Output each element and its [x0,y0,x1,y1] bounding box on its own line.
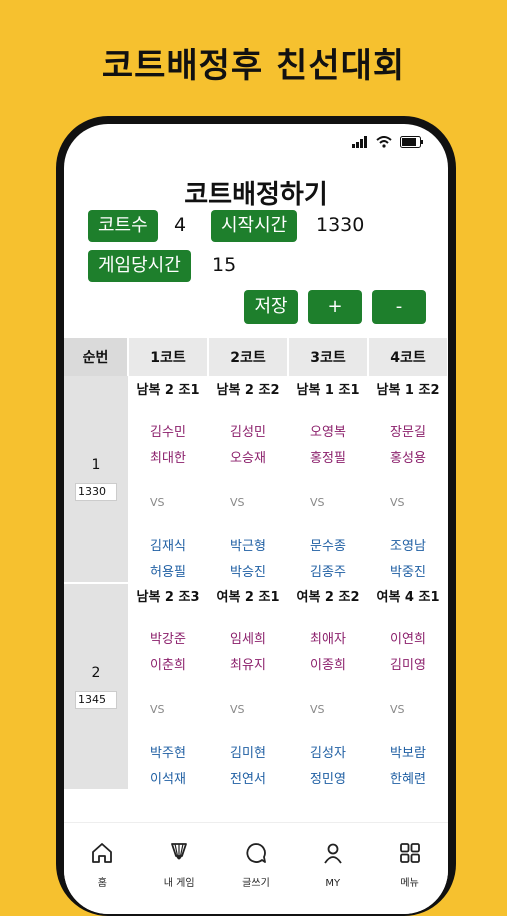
header-order: 순번 [64,338,129,376]
grid-menu-icon [399,843,420,863]
nav-home-label: 홈 [97,878,107,889]
header-court-2: 2코트 [208,338,289,376]
player-name[interactable]: 김성자 [288,741,368,767]
header-court-4: 4코트 [368,338,448,376]
court-cell[interactable]: 남복 1 조2 장문길 홍성용 VS 조영남 박중진 [368,376,448,583]
vs-label: VS [150,496,165,509]
player-name[interactable]: 문수종 [288,534,368,560]
chat-bubble-icon [246,843,266,863]
player-name[interactable]: 홍정필 [288,446,368,472]
nav-my-games-label: 내 게임 [163,878,195,889]
court-cell[interactable]: 남복 1 조1 오영복 홍정필 VS 문수종 김종주 [288,376,368,583]
per-game-time-label: 게임당시간 [88,250,191,282]
bottom-nav: 홈 내 게임 글쓰기 MY 메뉴 [64,822,448,914]
header-court-1: 1코트 [128,338,209,376]
vs-label: VS [310,496,325,509]
shuttlecock-icon [171,843,188,860]
table-row: 2 1345 남복 2 조3 박강준 이춘희 VS 박주현 이석재 여복 2 조… [64,583,448,791]
player-name[interactable]: 최애자 [288,627,368,653]
round-time-field[interactable]: 1345 [75,690,117,709]
player-name[interactable]: 박근형 [208,534,288,560]
header-court-3: 3코트 [288,338,369,376]
nav-menu[interactable]: 메뉴 [375,841,445,890]
person-icon [324,843,342,864]
save-button[interactable]: 저장 [244,290,298,324]
nav-write[interactable]: 글쓰기 [221,841,291,890]
player-name[interactable]: 이종희 [288,653,368,679]
player-name[interactable]: 정민영 [288,767,368,793]
game-label: 여복 4 조1 [376,590,440,605]
round-number: 1 [91,457,101,473]
player-name[interactable]: 오영복 [288,420,368,446]
round-number: 2 [91,664,101,681]
player-name[interactable]: 한혜련 [368,767,448,793]
player-name[interactable]: 이춘희 [128,653,208,679]
vs-label: VS [230,703,245,716]
player-name[interactable]: 장문길 [368,420,448,446]
court-cell[interactable]: 여복 4 조1 이연희 김미영 VS 박보람 한혜련 [368,583,448,790]
start-time-label: 시작시간 [211,210,298,242]
per-game-time-value[interactable]: 15 [212,254,236,276]
table-row: 1 1330 남복 2 조1 김수민 최대한 VS 김재식 허용필 남복 2 조… [64,376,448,584]
vs-label: VS [390,496,405,509]
player-name[interactable]: 이연희 [368,627,448,653]
vs-label: VS [310,703,325,716]
add-court-button[interactable]: + [308,290,362,324]
court-assignment-table: 순번 1코트 2코트 3코트 4코트 1 1330 남복 2 조1 김수민 최대… [64,338,448,791]
court-cell[interactable]: 남복 2 조2 김성민 오승재 VS 박근형 박승진 [208,376,288,583]
phone-screen: 코트배정하기 코트수 4 시작시간 1330 게임당시간 15 저장 + - 순… [64,124,448,914]
home-icon [92,843,113,863]
court-cell[interactable]: 남복 2 조3 박강준 이춘희 VS 박주현 이석재 [128,583,208,790]
nav-write-label: 글쓰기 [242,878,270,889]
round-time-field[interactable]: 1330 [75,483,117,501]
game-label: 남복 1 조2 [376,383,440,398]
player-name[interactable]: 임세희 [208,627,288,653]
status-bar [352,136,424,148]
game-label: 여복 2 조2 [296,590,360,605]
player-name[interactable]: 김재식 [128,534,208,560]
court-count-value[interactable]: 4 [174,214,186,236]
table-header-row: 순번 1코트 2코트 3코트 4코트 [64,338,448,376]
player-name[interactable]: 전연서 [208,767,288,793]
nav-my-games[interactable]: 내 게임 [144,841,214,890]
player-name[interactable]: 이석재 [128,767,208,793]
player-name[interactable]: 김수민 [128,420,208,446]
player-name[interactable]: 최대한 [128,446,208,472]
player-name[interactable]: 김미현 [208,741,288,767]
vs-label: VS [150,703,165,716]
player-name[interactable]: 김미영 [368,653,448,679]
player-name[interactable]: 박보람 [368,741,448,767]
game-label: 남복 2 조2 [216,383,280,398]
nav-home[interactable]: 홈 [67,841,137,890]
player-name[interactable]: 박강준 [128,627,208,653]
banner-title: 코트배정후 친선대회 [101,46,406,86]
vs-label: VS [230,496,245,509]
player-name[interactable]: 조영남 [368,534,448,560]
game-label: 여복 2 조1 [216,590,280,605]
player-name[interactable]: 홍성용 [368,446,448,472]
page-title: 코트배정하기 [184,180,328,210]
start-time-value[interactable]: 1330 [316,214,364,236]
round-order-cell: 1 1330 [64,376,128,584]
nav-my-label: MY [325,878,341,889]
court-cell[interactable]: 여복 2 조2 최애자 이종희 VS 김성자 정민영 [288,583,368,790]
vs-label: VS [390,703,405,716]
court-cell[interactable]: 여복 2 조1 임세희 최유지 VS 김미현 전연서 [208,583,288,790]
remove-court-button[interactable]: - [372,290,426,324]
player-name[interactable]: 박주현 [128,741,208,767]
game-label: 남복 1 조1 [296,383,360,398]
court-cell[interactable]: 남복 2 조1 김수민 최대한 VS 김재식 허용필 [128,376,208,583]
game-label: 남복 2 조1 [136,383,200,398]
player-name[interactable]: 김성민 [208,420,288,446]
game-label: 남복 2 조3 [136,590,200,605]
round-order-cell: 2 1345 [64,583,128,791]
nav-my[interactable]: MY [298,841,368,890]
court-count-label: 코트수 [88,210,158,242]
player-name[interactable]: 최유지 [208,653,288,679]
signal-icon [352,136,367,148]
wifi-icon [376,136,392,148]
player-name[interactable]: 오승재 [208,446,288,472]
battery-icon [400,136,423,148]
nav-menu-label: 메뉴 [400,878,419,889]
